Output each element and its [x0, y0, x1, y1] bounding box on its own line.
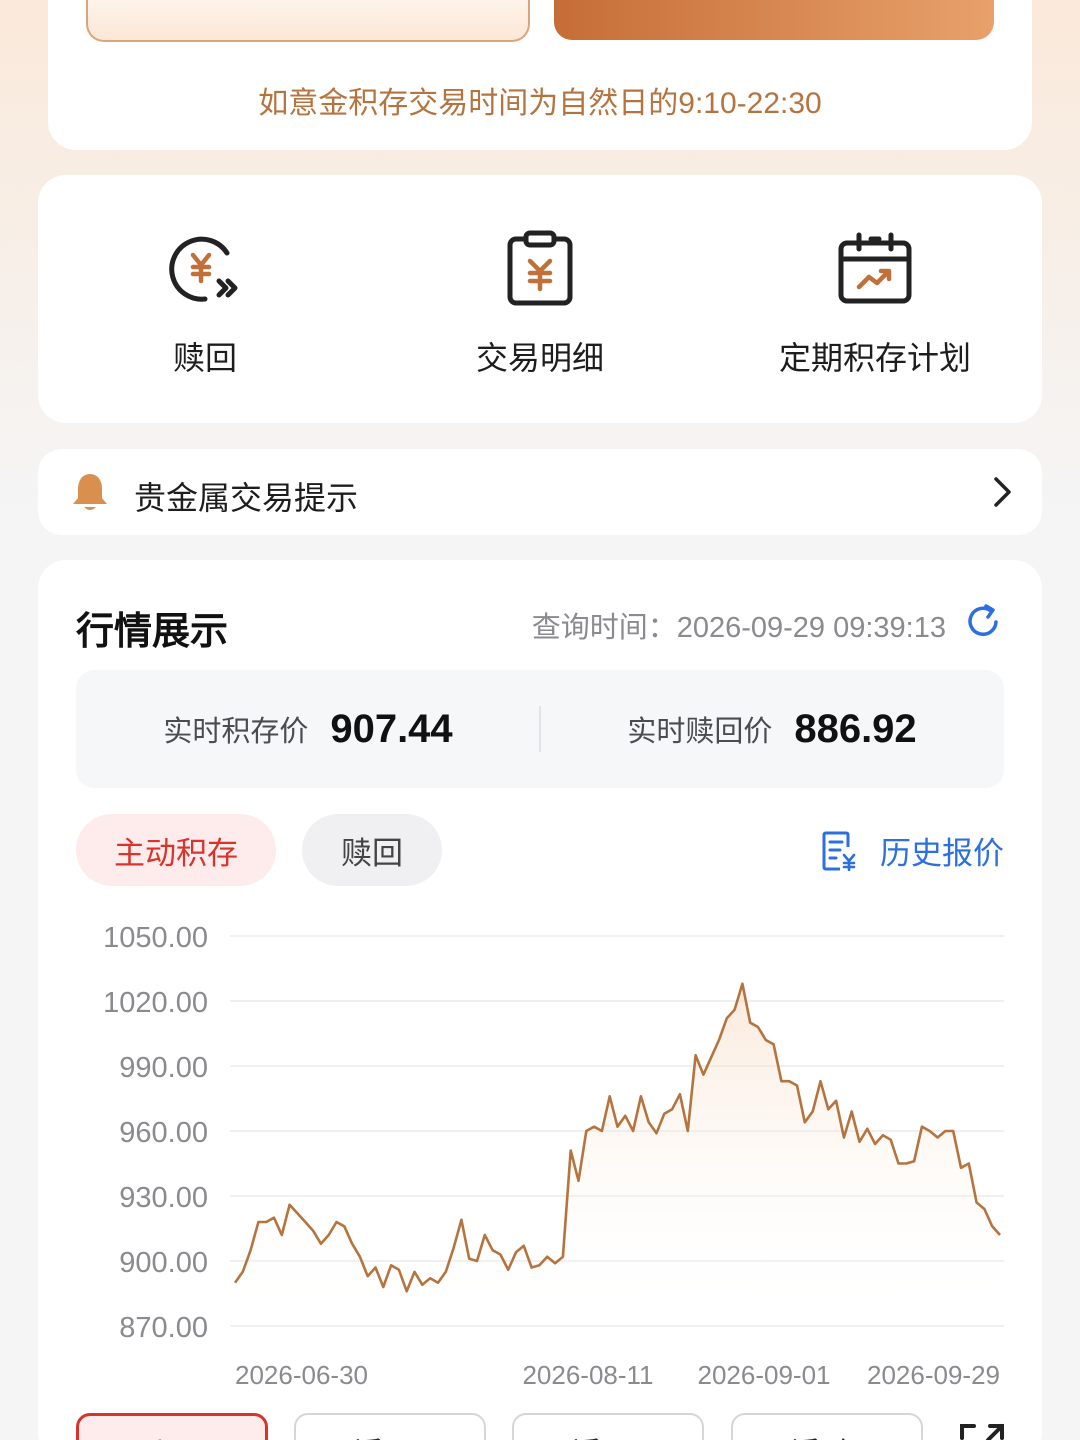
chevron-right-icon: [994, 477, 1011, 507]
y-tick-label: 930.00: [119, 1182, 208, 1214]
history-quotes-label: 历史报价: [880, 836, 1004, 871]
range-1y-button[interactable]: 近1年: [731, 1413, 923, 1440]
y-tick-label: 870.00: [119, 1312, 208, 1344]
calendar-chart-icon: [838, 232, 912, 304]
y-tick-label: 990.00: [119, 1052, 208, 1084]
market-title: 行情展示: [76, 611, 229, 653]
realtime-buy-value: 907.44: [330, 706, 453, 751]
refresh-icon[interactable]: [964, 602, 1002, 640]
query-time: 查询时间：2026-09-29 09:39:13: [532, 604, 946, 646]
history-document-icon: [822, 831, 856, 871]
trade-hours-notice: 如意金积存交易时间为自然日的9:10-22:30: [258, 87, 822, 120]
realtime-buy-label: 实时积存价: [163, 716, 309, 748]
redeem-icon: [169, 236, 238, 302]
query-time-value: 2026-09-29 09:39:13: [676, 612, 946, 644]
y-tick-label: 960.00: [119, 1117, 208, 1149]
history-quotes-link[interactable]: 历史报价: [822, 828, 1004, 873]
realtime-buy: 实时积存价 907.44: [76, 670, 540, 788]
range-6m-button[interactable]: 近6月: [512, 1413, 704, 1440]
x-tick-label: 2026-09-29: [867, 1360, 1000, 1390]
realtime-price-box: 实时积存价 907.44 实时赎回价 886.92: [76, 670, 1004, 788]
price-chart: 1050.00 1020.00 990.00 960.00 930.00 900.00 87…: [103, 922, 1004, 1390]
clipboard-yuan-icon: [507, 230, 573, 306]
realtime-sell-label: 实时赎回价: [627, 716, 773, 748]
precious-metal-notice[interactable]: 贵金属交易提示: [38, 449, 1042, 535]
bell-icon: [73, 474, 107, 510]
x-tick-label: 2026-06-30: [235, 1360, 368, 1390]
y-tick-label: 900.00: [119, 1247, 208, 1279]
x-tick-label: 2026-08-11: [522, 1360, 653, 1390]
shortcut-card: 赎回 交易明细 定期积存计划: [38, 175, 1042, 423]
shortcut-label: 交易明细: [475, 340, 604, 376]
range-1m-button[interactable]: 近1月: [76, 1413, 268, 1440]
range-3m-button[interactable]: 近3月: [294, 1413, 486, 1440]
notice-label: 贵金属交易提示: [134, 480, 359, 516]
tab-redeem[interactable]: 赎回: [302, 814, 442, 886]
top-card: 如意金积存交易时间为自然日的9:10-22:30: [48, 0, 1032, 150]
realtime-sell: 实时赎回价 886.92: [540, 670, 1004, 788]
shortcut-transactions[interactable]: 交易明细: [373, 175, 707, 423]
top-left-button[interactable]: [86, 0, 530, 42]
y-tick-label: 1020.00: [103, 987, 208, 1019]
shortcut-periodic-plan[interactable]: 定期积存计划: [708, 175, 1042, 423]
shortcut-label: 定期积存计划: [778, 340, 971, 376]
market-card: 行情展示 查询时间：2026-09-29 09:39:13 实时积存价 907.…: [38, 560, 1042, 1440]
price-area-fill: [235, 983, 1000, 1326]
top-right-button[interactable]: [554, 0, 994, 40]
fullscreen-icon[interactable]: [958, 1422, 1006, 1440]
shortcut-redeem[interactable]: 赎回: [38, 175, 372, 423]
tab-accumulate[interactable]: 主动积存: [76, 814, 276, 886]
query-time-label: 查询时间：: [531, 612, 677, 644]
shortcut-label: 赎回: [172, 340, 237, 376]
y-tick-label: 1050.00: [103, 922, 208, 954]
realtime-sell-value: 886.92: [794, 706, 917, 751]
x-tick-label: 2026-09-01: [698, 1360, 831, 1390]
